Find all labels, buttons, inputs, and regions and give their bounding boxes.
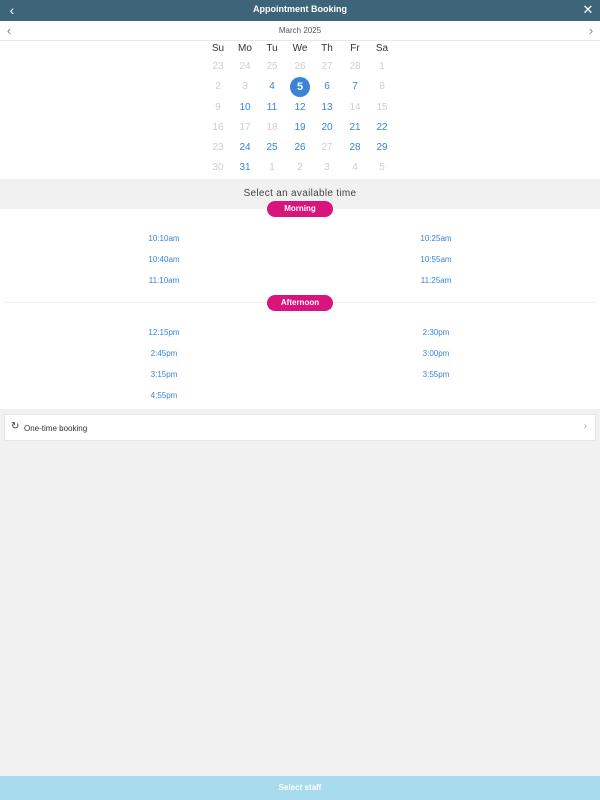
morning-pill: Morning [267,201,333,217]
calendar-day[interactable]: 6 [317,77,337,97]
calendar-day: 9 [215,102,221,113]
calendar-day: 18 [266,122,278,133]
calendar-day: 8 [379,81,385,92]
calendar-day: 16 [212,122,224,133]
calendar-day: 25 [266,61,278,72]
time-slot[interactable]: 3:15pm [129,370,199,379]
calendar-day: 15 [376,102,388,113]
calendar-day[interactable]: 19 [290,118,310,138]
calendar-day[interactable]: 11 [262,98,282,118]
time-slot[interactable]: 2:45pm [129,349,199,358]
close-icon[interactable]: ✕ [580,1,596,19]
calendar-day: 4 [352,162,358,173]
weekday-label: Tu [266,43,278,54]
calendar-day: 30 [212,162,224,173]
calendar-day: 23 [212,142,224,153]
next-month-icon[interactable]: › [584,22,598,40]
weekday-label: Su [211,43,225,54]
repeat-icon: ↻ [11,421,20,432]
calendar-day: 23 [212,61,224,72]
calendar: ‹ March 2025 › Su Mo Tu We Th Fr Sa 23 24 25 26 27 2… [0,21,600,179]
calendar-day[interactable]: 12 [290,98,310,118]
calendar-day: 27 [321,61,333,72]
weekday-label: Th [321,43,333,54]
calendar-day[interactable]: 26 [290,138,310,158]
time-slots: Morning 10:10am 10:40am 11:10am 10:25am 10:5… [0,201,600,409]
month-navigation: ‹ March 2025 › [0,21,600,41]
one-time-booking-row[interactable]: ↻ One-time booking › [4,414,596,441]
time-slot[interactable]: 11:10am [129,276,199,285]
calendar-day: 3 [324,162,330,173]
time-slot[interactable]: 10:25am [401,234,471,243]
weekday-label: Fr [350,43,360,54]
select-staff-button[interactable]: Select staff [0,776,600,800]
calendar-day: 1 [379,61,385,72]
calendar-day: 26 [294,61,306,72]
calendar-day[interactable]: 28 [345,138,365,158]
calendar-day: 3 [242,81,248,92]
afternoon-pill: Afternoon [267,295,333,311]
calendar-day[interactable]: 22 [372,118,392,138]
time-slot[interactable]: 3:55pm [401,370,471,379]
time-slot[interactable]: 10:10am [129,234,199,243]
time-slot[interactable]: 11:25am [401,276,471,285]
calendar-day: 24 [239,61,251,72]
calendar-day: 2 [215,81,221,92]
calendar-day: 1 [269,162,275,173]
time-slot[interactable]: 4:55pm [129,391,199,400]
weekday-label: Sa [375,43,389,54]
calendar-day[interactable]: 21 [345,118,365,138]
calendar-day[interactable]: 31 [235,158,255,178]
chevron-right-icon: › [583,421,587,432]
calendar-day[interactable]: 7 [345,77,365,97]
calendar-day[interactable]: 4 [262,77,282,97]
page-title: Appointment Booking [253,4,347,14]
calendar-day: 17 [239,122,251,133]
app-header: ‹ Appointment Booking ✕ [0,0,600,21]
calendar-day: 2 [297,162,303,173]
calendar-day[interactable]: 10 [235,98,255,118]
calendar-day[interactable]: 24 [235,138,255,158]
calendar-day[interactable]: 25 [262,138,282,158]
calendar-day: 27 [321,142,333,153]
time-slot[interactable]: 10:55am [401,255,471,264]
calendar-day: 14 [349,102,361,113]
calendar-day[interactable]: 20 [317,118,337,138]
weekday-label: Mo [238,43,252,54]
booking-type-label: One-time booking [24,424,88,433]
month-title: March 2025 [278,26,322,35]
calendar-day[interactable]: 29 [372,138,392,158]
calendar-day: 5 [379,162,385,173]
time-slot[interactable]: 10:40am [129,255,199,264]
time-slot[interactable]: 2:30pm [401,328,471,337]
time-slot[interactable]: 12:15pm [129,328,199,337]
calendar-day: 28 [349,61,361,72]
time-slot[interactable]: 3:00pm [401,349,471,358]
weekday-label: We [292,43,308,54]
calendar-day-selected[interactable]: 5 [290,77,310,97]
calendar-day[interactable]: 13 [317,98,337,118]
